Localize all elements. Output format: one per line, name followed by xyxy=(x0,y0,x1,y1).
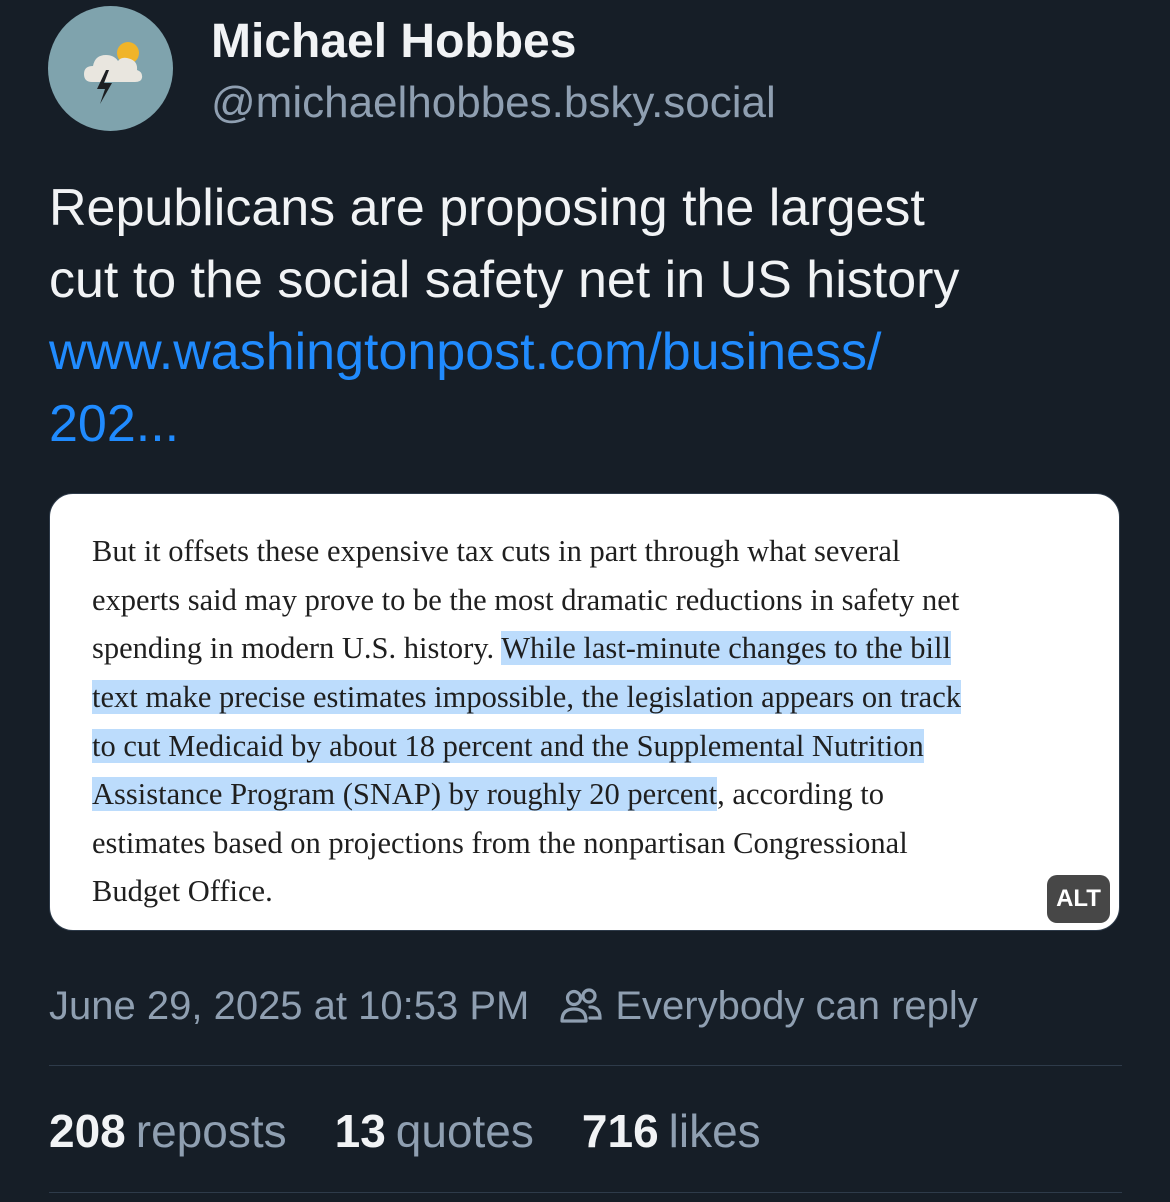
quote-line: Assistance Program (SNAP) by roughly 20 … xyxy=(92,777,884,811)
post-stats: 208 reposts 13 quotes 716 likes xyxy=(49,1103,809,1159)
alt-text-badge[interactable]: ALT xyxy=(1047,875,1110,923)
divider xyxy=(49,1065,1122,1066)
quote-line: Budget Office. xyxy=(92,874,273,908)
quote-line: estimates based on projections from the … xyxy=(92,826,908,860)
post-text: Republicans are proposing the largest cu… xyxy=(49,172,1129,460)
storm-cloud-icon xyxy=(84,42,143,104)
quote-line: But it offsets these expensive tax cuts … xyxy=(92,534,901,568)
article-link[interactable]: www.washingtonpost.com/business/ xyxy=(49,316,1129,388)
quote-line: spending in modern U.S. history. While l… xyxy=(92,631,951,665)
quote-line: experts said may prove to be the most dr… xyxy=(92,583,960,617)
post-timestamp: June 29, 2025 at 10:53 PM xyxy=(49,983,530,1028)
highlighted-text: text make precise estimates impossible, … xyxy=(92,680,961,714)
article-link-continued[interactable]: 202... xyxy=(49,388,1129,460)
quotes-stat[interactable]: 13 quotes xyxy=(335,1104,534,1158)
avatar[interactable] xyxy=(48,6,173,131)
post-text-line: Republicans are proposing the largest xyxy=(49,179,925,237)
highlighted-text: to cut Medicaid by about 18 percent and … xyxy=(92,729,924,763)
highlighted-text: While last-minute changes to the bill xyxy=(501,631,951,665)
author-handle[interactable]: @michaelhobbes.bsky.social xyxy=(211,78,776,128)
embedded-image[interactable]: But it offsets these expensive tax cuts … xyxy=(49,493,1120,931)
author-display-name[interactable]: Michael Hobbes xyxy=(211,14,576,69)
likes-stat[interactable]: 716 likes xyxy=(582,1104,761,1158)
quote-line: to cut Medicaid by about 18 percent and … xyxy=(92,729,924,764)
reposts-stat[interactable]: 208 reposts xyxy=(49,1104,287,1158)
quote-line: text make precise estimates impossible, … xyxy=(92,680,961,715)
post-meta: June 29, 2025 at 10:53 PM Everybody can … xyxy=(49,980,978,1032)
divider xyxy=(49,1192,1122,1193)
reply-setting[interactable]: Everybody can reply xyxy=(615,984,977,1029)
post-text-line: cut to the social safety net in US histo… xyxy=(49,251,960,309)
people-icon xyxy=(559,986,603,1026)
highlighted-text: Assistance Program (SNAP) by roughly 20 … xyxy=(92,777,718,811)
